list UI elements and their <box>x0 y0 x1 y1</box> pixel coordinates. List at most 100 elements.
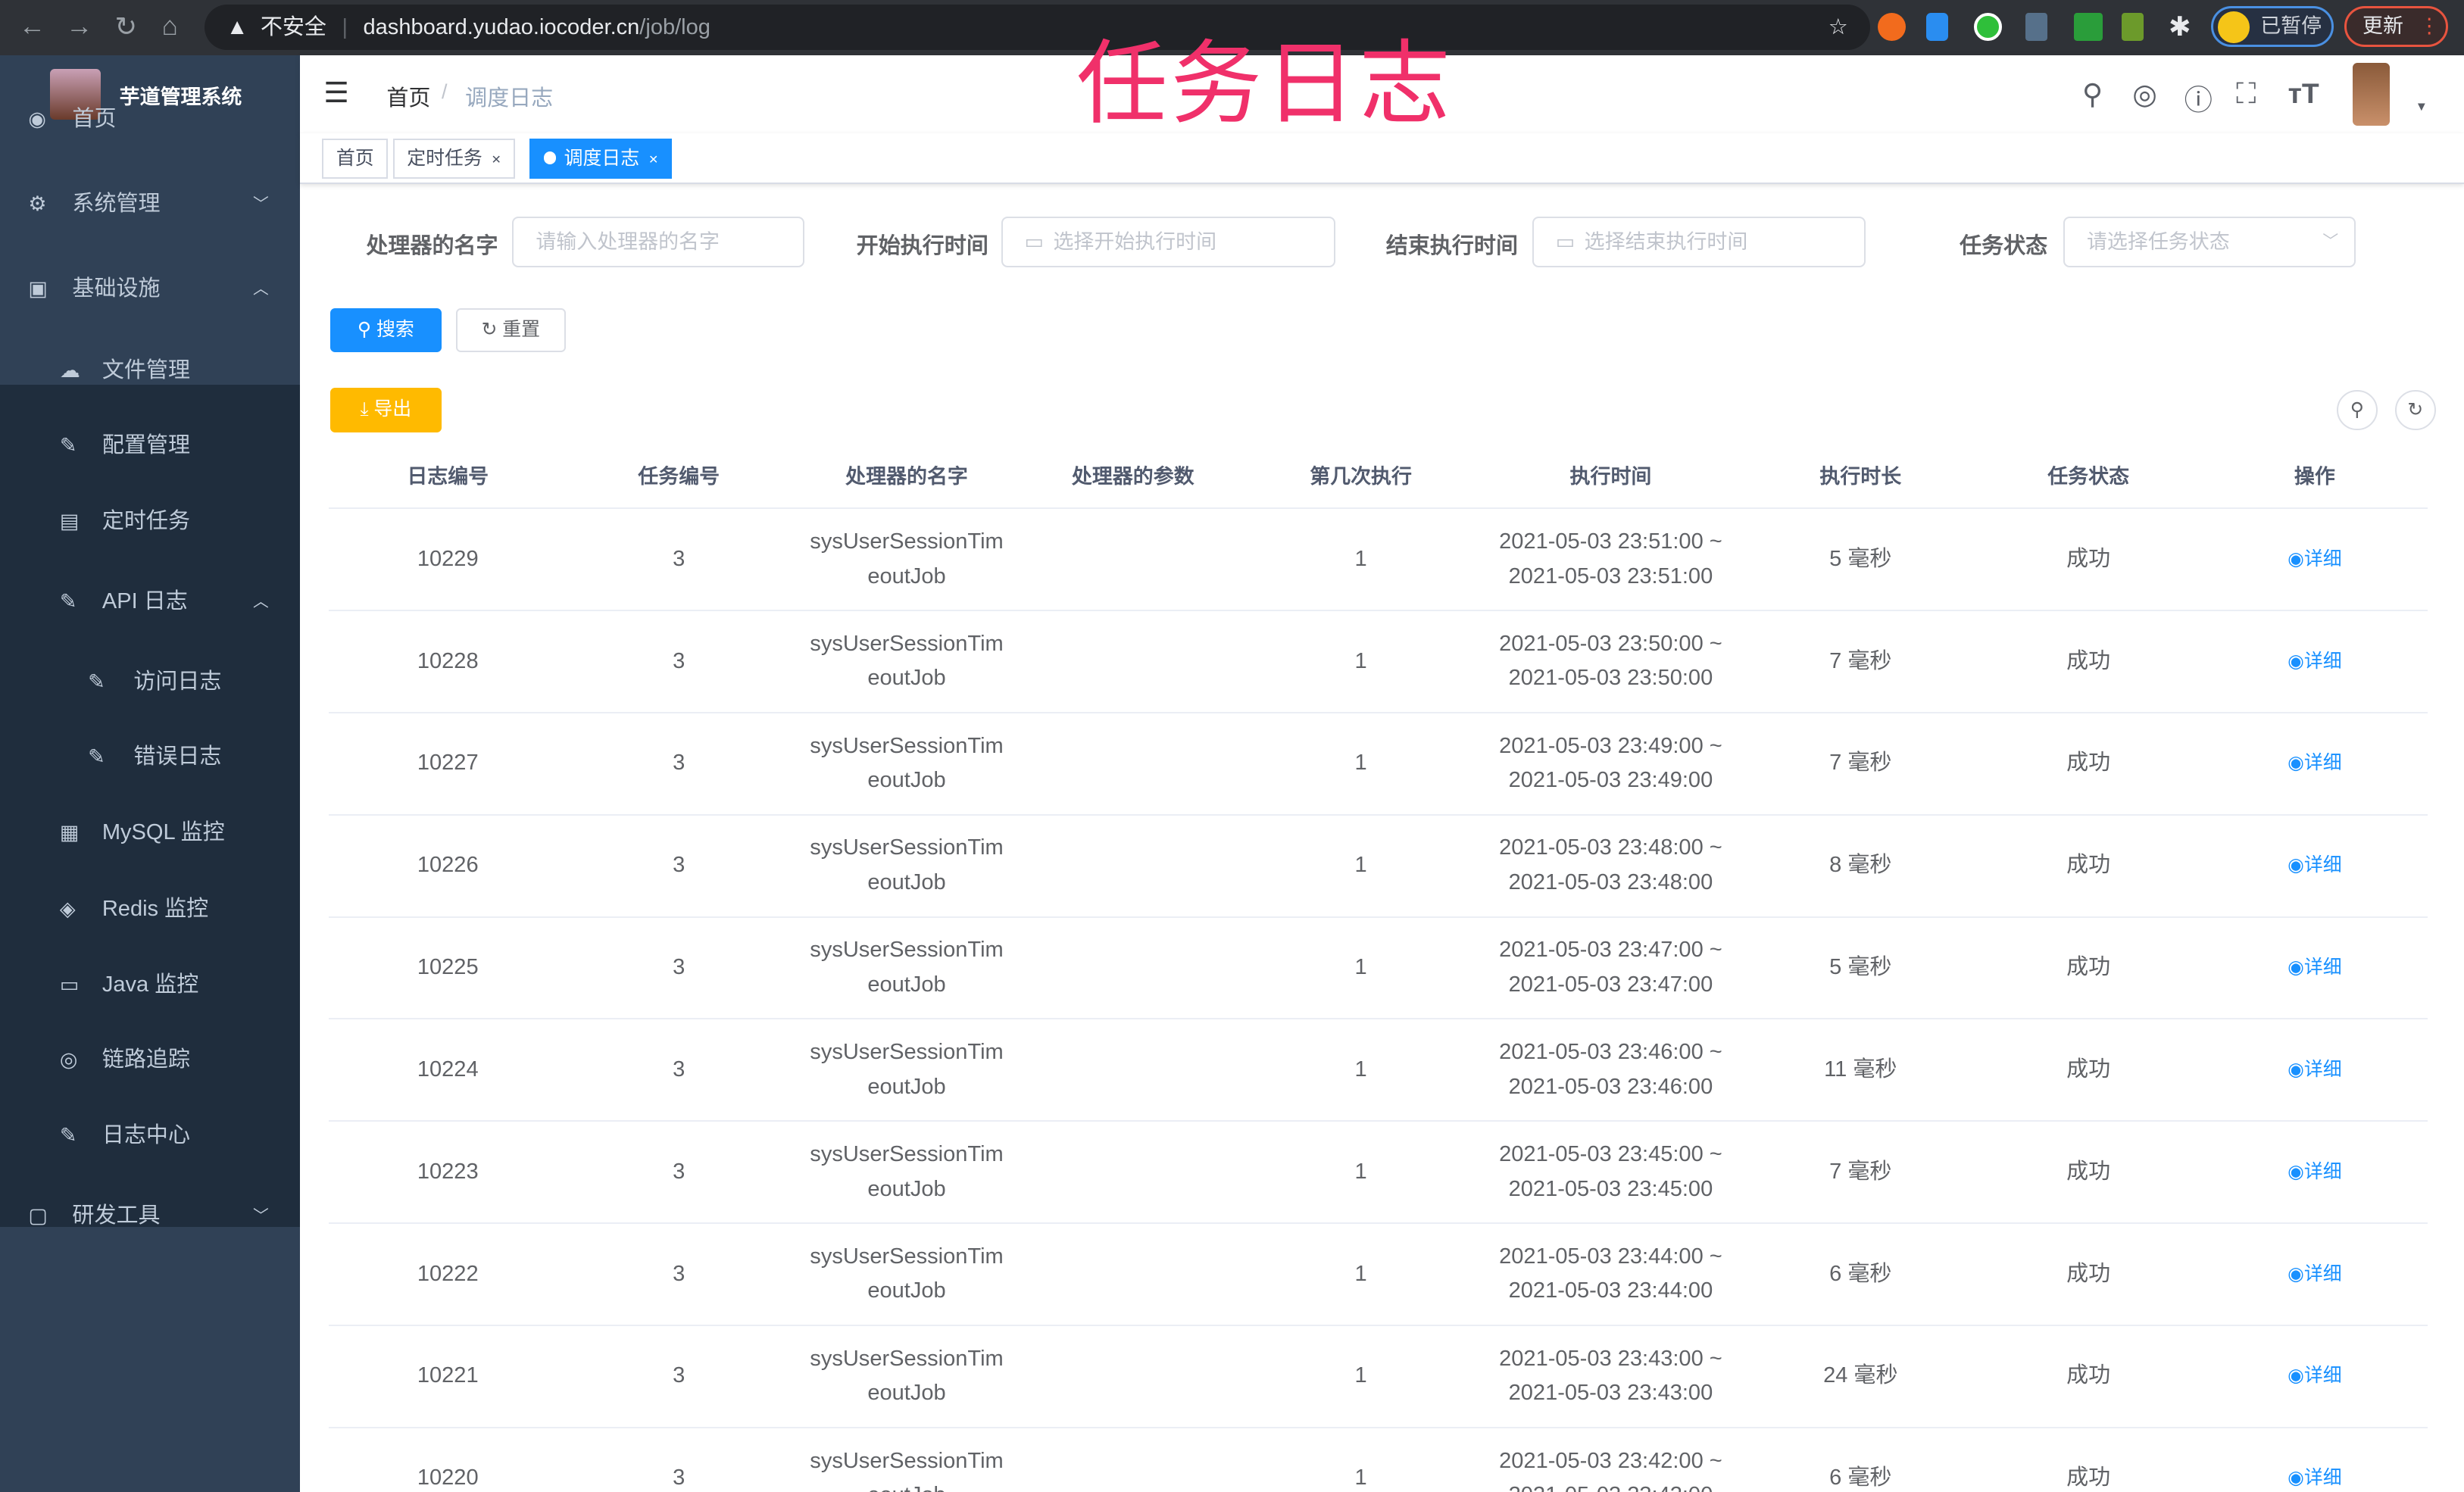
detail-link[interactable]: ◉详细 <box>2288 645 2341 679</box>
sidebar-item[interactable]: ▦ MySQL 监控 <box>0 794 300 872</box>
detail-link[interactable]: ◉详细 <box>2288 746 2341 781</box>
begin-time-label: 开始执行时间 <box>856 233 988 258</box>
table-row: 10223 3 sysUserSessionTim eoutJob 1 2021-05-… <box>328 1122 2428 1225</box>
sidebar-item[interactable]: ◈ Redis 监控 <box>0 870 300 949</box>
sidebar-item[interactable]: ☁ 文件管理 <box>0 332 300 410</box>
search-button[interactable]: ⚲ 搜索 <box>329 307 442 352</box>
extension-icon[interactable] <box>1926 12 1949 41</box>
reload-icon[interactable]: ↻ <box>114 11 137 42</box>
cell-index: 1 <box>1354 546 1367 571</box>
sidebar-item-label: 研发工具 <box>72 1203 161 1228</box>
user-avatar[interactable] <box>2352 62 2391 126</box>
end-time: 2021-05-03 23:51:00 <box>1508 563 1713 588</box>
search-icon[interactable]: ⚲ <box>2082 77 2103 111</box>
forward-icon[interactable]: → <box>66 11 92 42</box>
sidebar-item[interactable]: ▤ 定时任务 <box>0 482 300 561</box>
cell-handler: sysUserSessionTim eoutJob <box>810 1040 1004 1099</box>
refresh-button[interactable]: ↻ <box>2394 389 2436 431</box>
tag-home[interactable]: 首页 <box>322 138 389 179</box>
cell-index: 1 <box>1354 751 1367 776</box>
close-icon[interactable]: × <box>649 151 658 168</box>
puzzle-icon[interactable]: ✱ <box>2169 11 2191 42</box>
detail-link[interactable]: ◉详细 <box>2288 542 2341 577</box>
sidebar-item-label: 日志中心 <box>101 1123 190 1148</box>
extension-icon[interactable] <box>2074 12 2103 41</box>
close-icon[interactable]: × <box>492 151 501 168</box>
cell-status: 成功 <box>2066 955 2111 980</box>
handler-input[interactable]: 请输入处理器的名字 <box>512 217 805 267</box>
home-icon[interactable]: ⌂ <box>162 11 178 42</box>
sidebar-item[interactable]: ⚙ 系统管理 ﹀ <box>0 165 300 244</box>
cell-status: 成功 <box>2066 648 2111 673</box>
cell-id: 10220 <box>417 1465 479 1490</box>
help-icon[interactable]: ⓘ <box>2184 77 2213 118</box>
sidebar-item[interactable]: ✎ 错误日志 <box>0 718 300 797</box>
cell-exec-time: 2021-05-03 23:47:00 ~ 2021-05-03 23:47:00 <box>1499 933 1722 1002</box>
sidebar-item[interactable]: ◎ 链路追踪 <box>0 1021 300 1100</box>
breadcrumb-home[interactable]: 首页 <box>386 80 430 112</box>
reset-button[interactable]: ↻ 重置 <box>455 307 566 352</box>
extension-icon[interactable] <box>2025 12 2048 41</box>
detail-link[interactable]: ◉详细 <box>2288 848 2341 883</box>
caret-down-icon[interactable]: ▼ <box>2416 99 2428 114</box>
end-time-picker[interactable]: ▭ 选择结束执行时间 <box>1532 217 1866 267</box>
eye-icon: ◉ <box>2288 1263 2304 1284</box>
extension-icon[interactable] <box>1878 12 1907 41</box>
star-icon[interactable]: ☆ <box>1828 5 1848 50</box>
search-icon: ⚲ <box>2350 398 2364 420</box>
start-time: 2021-05-03 23:45:00 ~ <box>1499 1141 1722 1166</box>
hamburger-icon[interactable]: ☰ <box>323 76 348 109</box>
tag-job[interactable]: 定时任务 × <box>392 138 515 179</box>
cell-index: 1 <box>1354 1465 1367 1490</box>
fullscreen-icon[interactable]: ⛶ <box>2236 77 2256 111</box>
update-button[interactable]: 更新 ⋮ <box>2344 6 2449 48</box>
profile-paused-button[interactable]: 已暂停 <box>2210 6 2334 48</box>
detail-link[interactable]: ◉详细 <box>2288 1461 2341 1492</box>
back-icon[interactable]: ← <box>19 11 45 42</box>
server-icon: ▭ <box>59 972 80 996</box>
detail-link[interactable]: ◉详细 <box>2288 1359 2341 1394</box>
sidebar-item[interactable]: ✎ 配置管理 <box>0 407 300 485</box>
cell-exec-time: 2021-05-03 23:46:00 ~ 2021-05-03 23:46:00 <box>1499 1035 1722 1104</box>
cell-job: 3 <box>673 1057 685 1082</box>
table-row: 10220 3 sysUserSessionTim eoutJob 1 2021-05-… <box>329 1428 2428 1492</box>
extension-icon[interactable] <box>2121 12 2144 41</box>
end-time: 2021-05-03 23:42:00 <box>1509 1483 1713 1492</box>
sidebar-item[interactable]: ◉ 首页 <box>0 80 300 159</box>
job-icon: ▤ <box>59 509 80 532</box>
detail-link[interactable]: ◉详细 <box>2288 950 2341 985</box>
status-select[interactable]: 请选择任务状态 ﹀ <box>2063 217 2356 267</box>
upload-icon: ☁ <box>59 358 80 382</box>
github-icon[interactable]: ◎ <box>2132 77 2157 111</box>
sidebar-item-label: Redis 监控 <box>101 897 209 922</box>
sidebar-item[interactable]: ▣ 基础设施 ︿ <box>0 250 300 329</box>
detail-link[interactable]: ◉详细 <box>2288 1155 2341 1190</box>
sidebar-item[interactable]: ✎ 日志中心 <box>0 1097 300 1175</box>
download-icon: ⤓ <box>360 398 374 420</box>
cell-exec-time: 2021-05-03 23:48:00 ~ 2021-05-03 23:48:00 <box>1499 831 1722 900</box>
detail-link[interactable]: ◉详细 <box>2288 1053 2341 1088</box>
address-bar[interactable]: ▲ 不安全 | dashboard.yudao.iocoder.cn/job/l… <box>204 5 1870 51</box>
cell-id: 10224 <box>417 1057 479 1082</box>
url-path: /job/log <box>639 15 710 40</box>
sidebar-item[interactable]: ✎ API 日志 ︿ <box>0 563 300 641</box>
sidebar-item[interactable]: ▭ Java 监控 <box>0 946 300 1025</box>
cell-handler: sysUserSessionTim eoutJob <box>810 1141 1004 1201</box>
start-time: 2021-05-03 23:44:00 ~ <box>1499 1244 1722 1269</box>
font-size-icon[interactable]: ᴛT <box>2288 77 2319 110</box>
sidebar-item[interactable]: ✎ 访问日志 <box>0 643 300 722</box>
detail-link[interactable]: ◉详细 <box>2288 1257 2341 1292</box>
cell-duration: 8 毫秒 <box>1829 853 1892 878</box>
toggle-search-button[interactable]: ⚲ <box>2336 389 2378 431</box>
eye-icon: ◉ <box>2288 957 2304 979</box>
redis-icon: ◈ <box>59 897 76 921</box>
cell-status: 成功 <box>2066 1261 2111 1286</box>
cell-id: 10228 <box>417 648 479 673</box>
sidebar-item[interactable]: ▢ 研发工具 ﹀ <box>0 1177 300 1256</box>
cell-status: 成功 <box>2066 1057 2111 1082</box>
begin-time-picker[interactable]: ▭ 选择开始执行时间 <box>1001 217 1336 267</box>
extension-icon[interactable] <box>1973 12 2003 41</box>
export-button[interactable]: ⤓ 导出 <box>329 388 442 432</box>
tag-job-log[interactable]: 调度日志 × <box>529 138 673 179</box>
table-row: 10222 3 sysUserSessionTim eoutJob 1 2021-05-… <box>328 1224 2428 1326</box>
